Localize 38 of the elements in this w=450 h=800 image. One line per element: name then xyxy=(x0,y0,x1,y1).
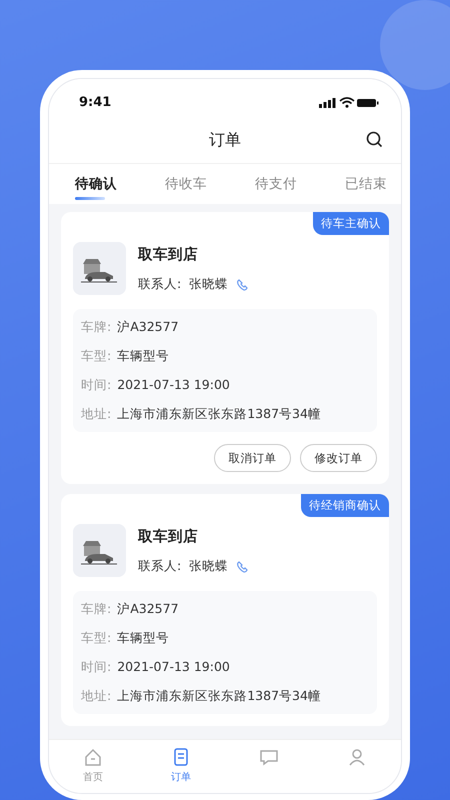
field-value: 上海市浦东新区张东路1387号34幢 xyxy=(117,405,321,423)
tab[interactable]: 已结束 xyxy=(345,164,387,204)
field-label: 车型: xyxy=(81,347,112,365)
contact-name: 张晓蝶 xyxy=(189,276,228,293)
field-value: 2021-07-13 19:00 xyxy=(117,658,230,676)
nav-item[interactable]: 首页 xyxy=(68,746,118,793)
contact-name: 张晓蝶 xyxy=(189,558,228,575)
phone-icon[interactable] xyxy=(236,278,248,290)
cancel-order-button[interactable]: 取消订单 xyxy=(214,444,291,472)
contact-label: 联系人: xyxy=(138,276,182,293)
status-badge: 待车主确认 xyxy=(313,212,389,235)
tab[interactable]: 待收车 xyxy=(165,164,207,204)
field-value: 车辆型号 xyxy=(117,347,170,365)
status-badge: 待经销商确认 xyxy=(301,494,389,517)
field-label: 车型: xyxy=(81,629,112,647)
order-title: 取车到店 xyxy=(138,245,198,264)
search-icon[interactable] xyxy=(366,131,383,148)
tab[interactable]: 待确认 xyxy=(75,164,117,204)
field-value: 2021-07-13 19:00 xyxy=(117,376,230,394)
nav-item[interactable]: 订单 xyxy=(156,746,206,793)
status-icons xyxy=(319,96,379,108)
field-label: 时间: xyxy=(81,376,112,394)
field-value: 车辆型号 xyxy=(117,629,170,647)
field-label: 车牌: xyxy=(81,318,112,336)
phone-icon[interactable] xyxy=(236,560,248,572)
tab[interactable]: 待支付 xyxy=(255,164,297,204)
field-value: 沪A32577 xyxy=(117,600,179,618)
field-label: 地址: xyxy=(81,405,112,423)
field-label: 地址: xyxy=(81,687,112,705)
field-value: 上海市浦东新区张东路1387号34幢 xyxy=(117,687,321,705)
edit-order-button[interactable]: 修改订单 xyxy=(300,444,377,472)
status-time: 9:41 xyxy=(79,94,112,110)
page-title: 订单 xyxy=(209,130,241,150)
field-label: 车牌: xyxy=(81,600,112,618)
contact-label: 联系人: xyxy=(138,558,182,575)
field-value: 沪A32577 xyxy=(117,318,179,336)
field-label: 时间: xyxy=(81,658,112,676)
order-title: 取车到店 xyxy=(138,527,198,546)
